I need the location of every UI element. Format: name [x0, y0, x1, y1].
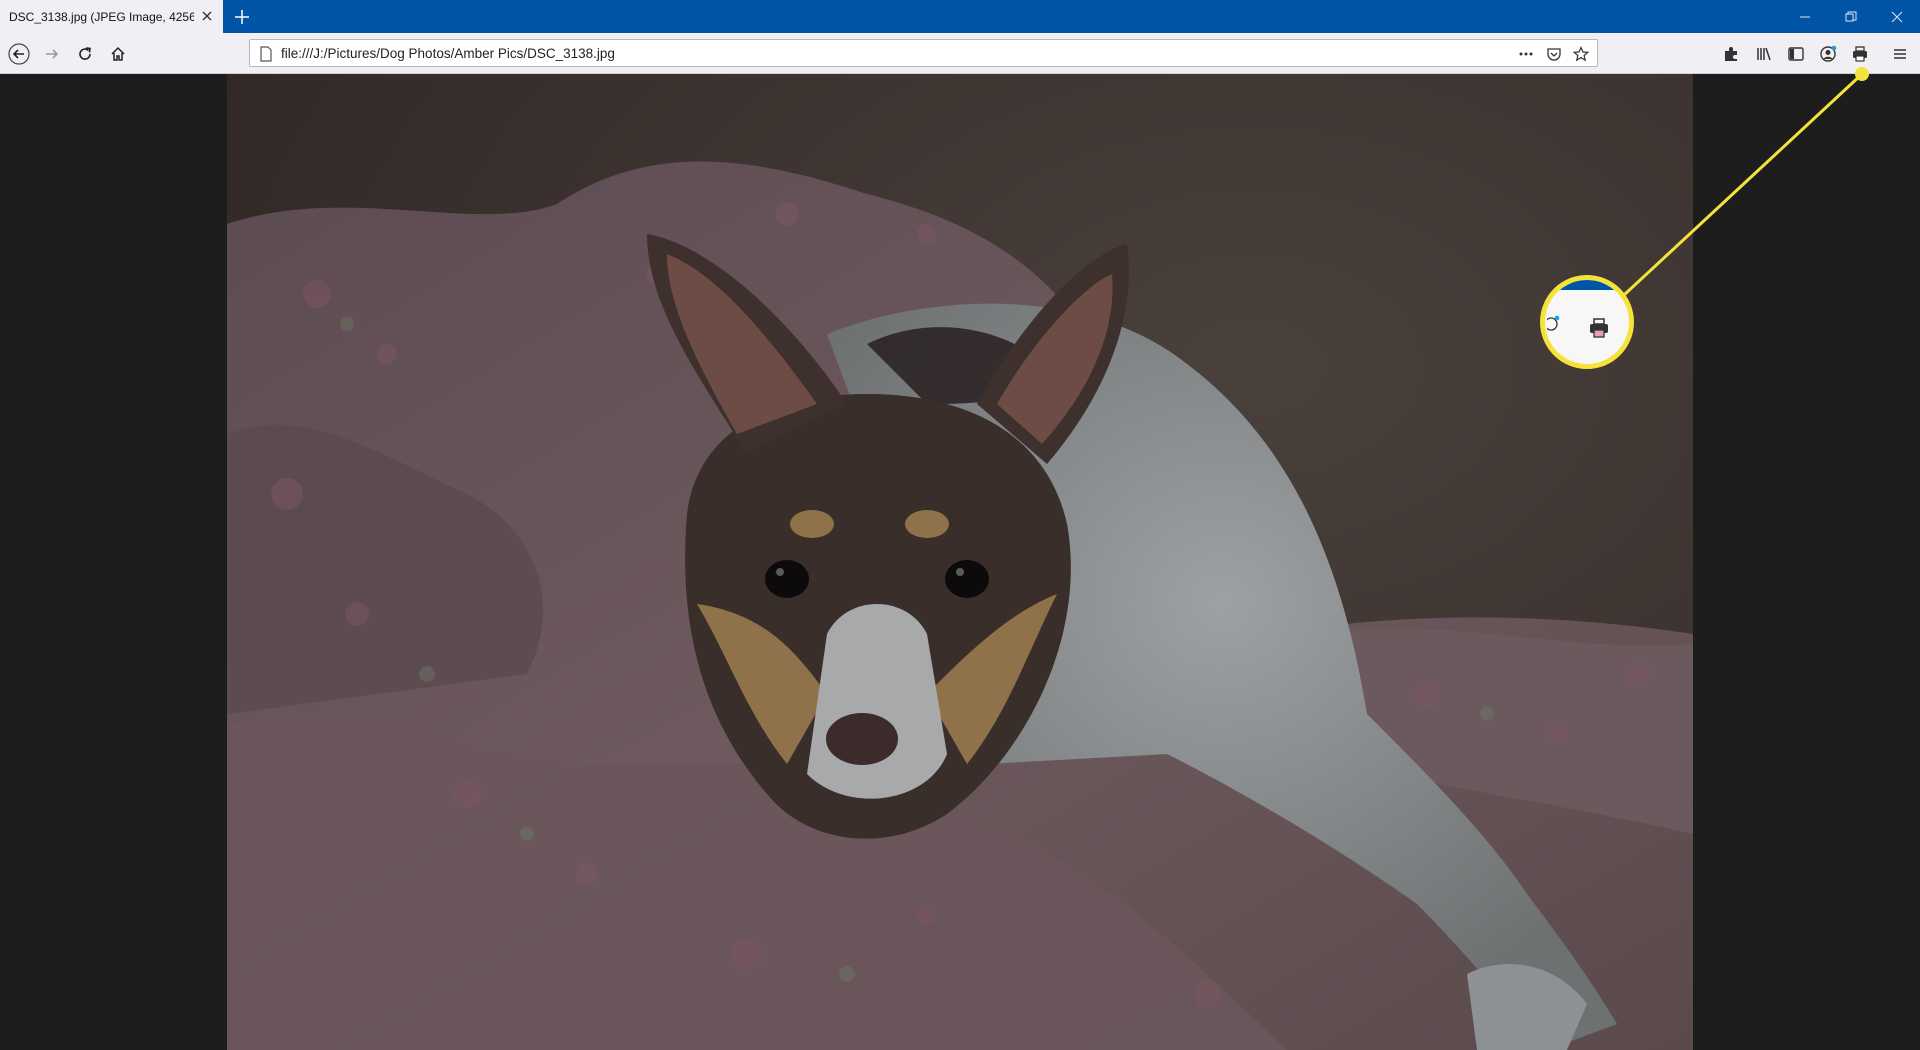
account-icon: [1545, 314, 1561, 337]
print-icon: [1587, 316, 1611, 345]
tab-active[interactable]: DSC_3138.jpg (JPEG Image, 4256 × 2832 pi…: [0, 0, 223, 33]
account-icon[interactable]: [1815, 41, 1841, 67]
bookmark-star-icon[interactable]: [1572, 45, 1590, 63]
menu-icon[interactable]: [1887, 41, 1913, 67]
restore-icon[interactable]: [1828, 0, 1874, 33]
close-icon[interactable]: [199, 8, 215, 24]
minimize-icon[interactable]: [1782, 0, 1828, 33]
sidebar-icon[interactable]: [1783, 41, 1809, 67]
library-icon[interactable]: [1751, 41, 1777, 67]
url-bar[interactable]: file:///J:/Pictures/Dog Photos/Amber Pic…: [249, 39, 1598, 67]
navigation-toolbar: file:///J:/Pictures/Dog Photos/Amber Pic…: [0, 33, 1920, 74]
forward-icon[interactable]: [38, 40, 66, 68]
dog-photo[interactable]: [227, 74, 1693, 1050]
tab-title: DSC_3138.jpg (JPEG Image, 4256 × 2832 pi…: [9, 9, 194, 24]
close-window-icon[interactable]: [1874, 0, 1920, 33]
extensions-icon[interactable]: [1718, 41, 1744, 67]
home-icon[interactable]: [104, 40, 132, 68]
print-icon[interactable]: [1847, 41, 1873, 67]
new-tab-icon[interactable]: [232, 7, 252, 27]
url-input[interactable]: file:///J:/Pictures/Dog Photos/Amber Pic…: [281, 46, 615, 61]
print-callout: [1540, 275, 1634, 369]
image-viewer: [0, 74, 1920, 1050]
back-icon[interactable]: [5, 40, 33, 68]
title-bar: DSC_3138.jpg (JPEG Image, 4256 × 2832 pi…: [0, 0, 1920, 33]
page-icon: [257, 45, 275, 63]
more-actions-icon[interactable]: [1517, 45, 1535, 63]
reload-icon[interactable]: [71, 40, 99, 68]
callout-titlebar-slice: [1545, 280, 1629, 290]
pocket-icon[interactable]: [1545, 45, 1563, 63]
callout-dot: [1855, 67, 1869, 81]
